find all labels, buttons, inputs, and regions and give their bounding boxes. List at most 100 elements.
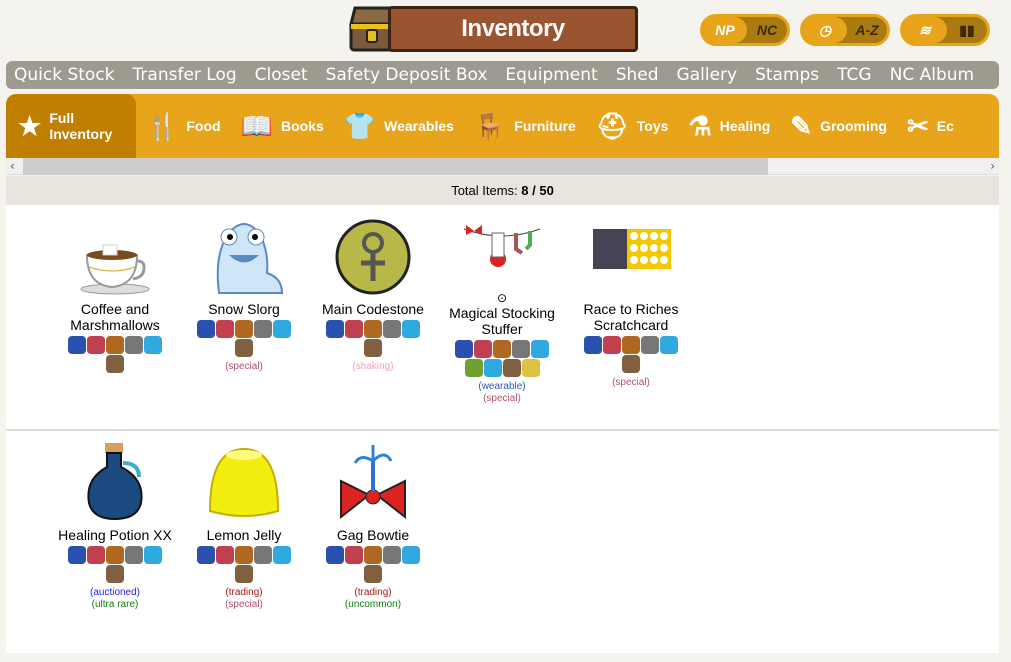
kiosk-icon[interactable] <box>106 336 124 354</box>
safe-icon[interactable] <box>641 336 659 354</box>
rose-icon[interactable] <box>474 340 492 358</box>
rose-icon[interactable] <box>87 336 105 354</box>
blob-icon[interactable] <box>144 546 162 564</box>
az-option[interactable]: A-Z <box>847 22 887 38</box>
inventory-item[interactable]: Race to Riches Scratchcard (special) <box>566 215 696 389</box>
trolley-icon[interactable] <box>502 359 521 377</box>
wizard-hat-icon[interactable] <box>197 320 215 338</box>
stocking-image[interactable] <box>462 215 542 295</box>
nc-option[interactable]: NC <box>747 22 787 38</box>
blob-icon[interactable] <box>660 336 678 354</box>
coffee-image[interactable] <box>75 215 155 295</box>
kiosk-icon[interactable] <box>493 340 511 358</box>
tab-full-inventory[interactable]: ★ Full Inventory <box>6 94 136 158</box>
potion-image[interactable] <box>75 441 155 521</box>
blob-icon[interactable] <box>402 546 420 564</box>
magnifier-icon[interactable] <box>521 359 540 377</box>
category-scrollbar[interactable]: ‹ › <box>6 158 999 175</box>
nav-gallery[interactable]: Gallery <box>677 65 738 85</box>
kiosk-icon[interactable] <box>364 320 382 338</box>
item-tag: (uncommon) <box>344 599 402 610</box>
safe-icon[interactable] <box>383 546 401 564</box>
rose-icon[interactable] <box>216 546 234 564</box>
view-toggle[interactable]: ≋ ▮▮ <box>900 14 990 46</box>
rose-icon[interactable] <box>216 320 234 338</box>
wizard-hat-icon[interactable] <box>584 336 602 354</box>
blob-icon[interactable] <box>402 320 420 338</box>
nav-nc-album[interactable]: NC Album <box>890 65 974 85</box>
trolley-icon[interactable] <box>106 355 124 373</box>
rose-icon[interactable] <box>87 546 105 564</box>
rose-icon[interactable] <box>603 336 621 354</box>
bowtie-image[interactable] <box>333 441 413 521</box>
codestone-image[interactable] <box>333 215 413 295</box>
tab-books[interactable]: 📖 Books <box>231 94 334 158</box>
tab-grooming[interactable]: ✎ Grooming <box>780 94 897 158</box>
wizard-hat-icon[interactable] <box>455 340 473 358</box>
scroll-right-icon[interactable]: › <box>990 158 995 175</box>
currency-toggle[interactable]: NP NC <box>700 14 790 46</box>
trolley-icon[interactable] <box>235 565 253 583</box>
wizard-hat-icon[interactable] <box>326 546 344 564</box>
trolley-icon[interactable] <box>235 339 253 357</box>
kiosk-icon[interactable] <box>364 546 382 564</box>
trolley-icon[interactable] <box>364 339 382 357</box>
nav-stamps[interactable]: Stamps <box>755 65 819 85</box>
blob-icon[interactable] <box>273 546 291 564</box>
nav-quick-stock[interactable]: Quick Stock <box>14 65 115 85</box>
inventory-item[interactable]: ⊙ Magical Stocking Stuffer (wearable) (spec… <box>437 215 567 405</box>
scroll-left-icon[interactable]: ‹ <box>10 158 15 175</box>
inventory-item[interactable]: Lemon Jelly (trading) (special) <box>179 441 309 611</box>
nav-equipment[interactable]: Equipment <box>505 65 597 85</box>
tab-ec[interactable]: ✂ Ec <box>897 94 964 158</box>
blob-icon[interactable] <box>483 359 502 377</box>
scrollbar-thumb[interactable] <box>23 158 768 175</box>
inventory-item[interactable]: Coffee and Marshmallows <box>50 215 180 377</box>
trolley-icon[interactable] <box>622 355 640 373</box>
columns-icon[interactable]: ▮▮ <box>947 22 987 39</box>
trolley-icon[interactable] <box>364 565 382 583</box>
inventory-item[interactable]: Snow Slorg (special) <box>179 215 309 373</box>
tab-furniture[interactable]: 🪑 Furniture <box>464 94 586 158</box>
safe-icon[interactable] <box>512 340 530 358</box>
tab-toys[interactable]: ⛑ Toys <box>586 94 679 158</box>
rose-icon[interactable] <box>345 320 363 338</box>
safe-icon[interactable] <box>125 336 143 354</box>
safe-icon[interactable] <box>383 320 401 338</box>
blob-icon[interactable] <box>273 320 291 338</box>
item-tag: (ultra rare) <box>91 599 139 610</box>
safe-icon[interactable] <box>254 320 272 338</box>
inventory-item[interactable]: Main Codestone (shaking) <box>308 215 438 373</box>
wizard-hat-icon[interactable] <box>68 546 86 564</box>
tab-healing[interactable]: ⚗ Healing <box>678 94 780 158</box>
safe-icon[interactable] <box>254 546 272 564</box>
blob-icon[interactable] <box>531 340 549 358</box>
nav-tcg[interactable]: TCG <box>837 65 871 85</box>
item-tag: (auctioned) <box>89 587 141 598</box>
rose-icon[interactable] <box>345 546 363 564</box>
kiosk-icon[interactable] <box>235 320 253 338</box>
safe-icon[interactable] <box>125 546 143 564</box>
nav-shed[interactable]: Shed <box>616 65 659 85</box>
nav-safety-deposit-box[interactable]: Safety Deposit Box <box>326 65 488 85</box>
tab-food[interactable]: 🍴 Food <box>136 94 231 158</box>
nav-closet[interactable]: Closet <box>255 65 308 85</box>
tab-wearables[interactable]: 👕 Wearables <box>334 94 464 158</box>
blob-icon[interactable] <box>144 336 162 354</box>
wizard-hat-icon[interactable] <box>326 320 344 338</box>
scratch-image[interactable] <box>591 215 671 295</box>
jelly-image[interactable] <box>204 441 284 521</box>
wizard-hat-icon[interactable] <box>197 546 215 564</box>
kiosk-icon[interactable] <box>106 546 124 564</box>
inventory-item[interactable]: Gag Bowtie (trading) (uncommon) <box>308 441 438 611</box>
nav-transfer-log[interactable]: Transfer Log <box>133 65 237 85</box>
slorg-image[interactable] <box>204 215 284 295</box>
kiosk-icon[interactable] <box>622 336 640 354</box>
trolley-icon[interactable] <box>106 565 124 583</box>
tree-icon[interactable] <box>464 359 483 377</box>
inventory-item[interactable]: Healing Potion XX (auctioned) (ultra rare) <box>50 441 180 611</box>
item-tag: (wearable) <box>478 381 526 392</box>
sort-toggle[interactable]: ◷ A-Z <box>800 14 890 46</box>
kiosk-icon[interactable] <box>235 546 253 564</box>
wizard-hat-icon[interactable] <box>68 336 86 354</box>
